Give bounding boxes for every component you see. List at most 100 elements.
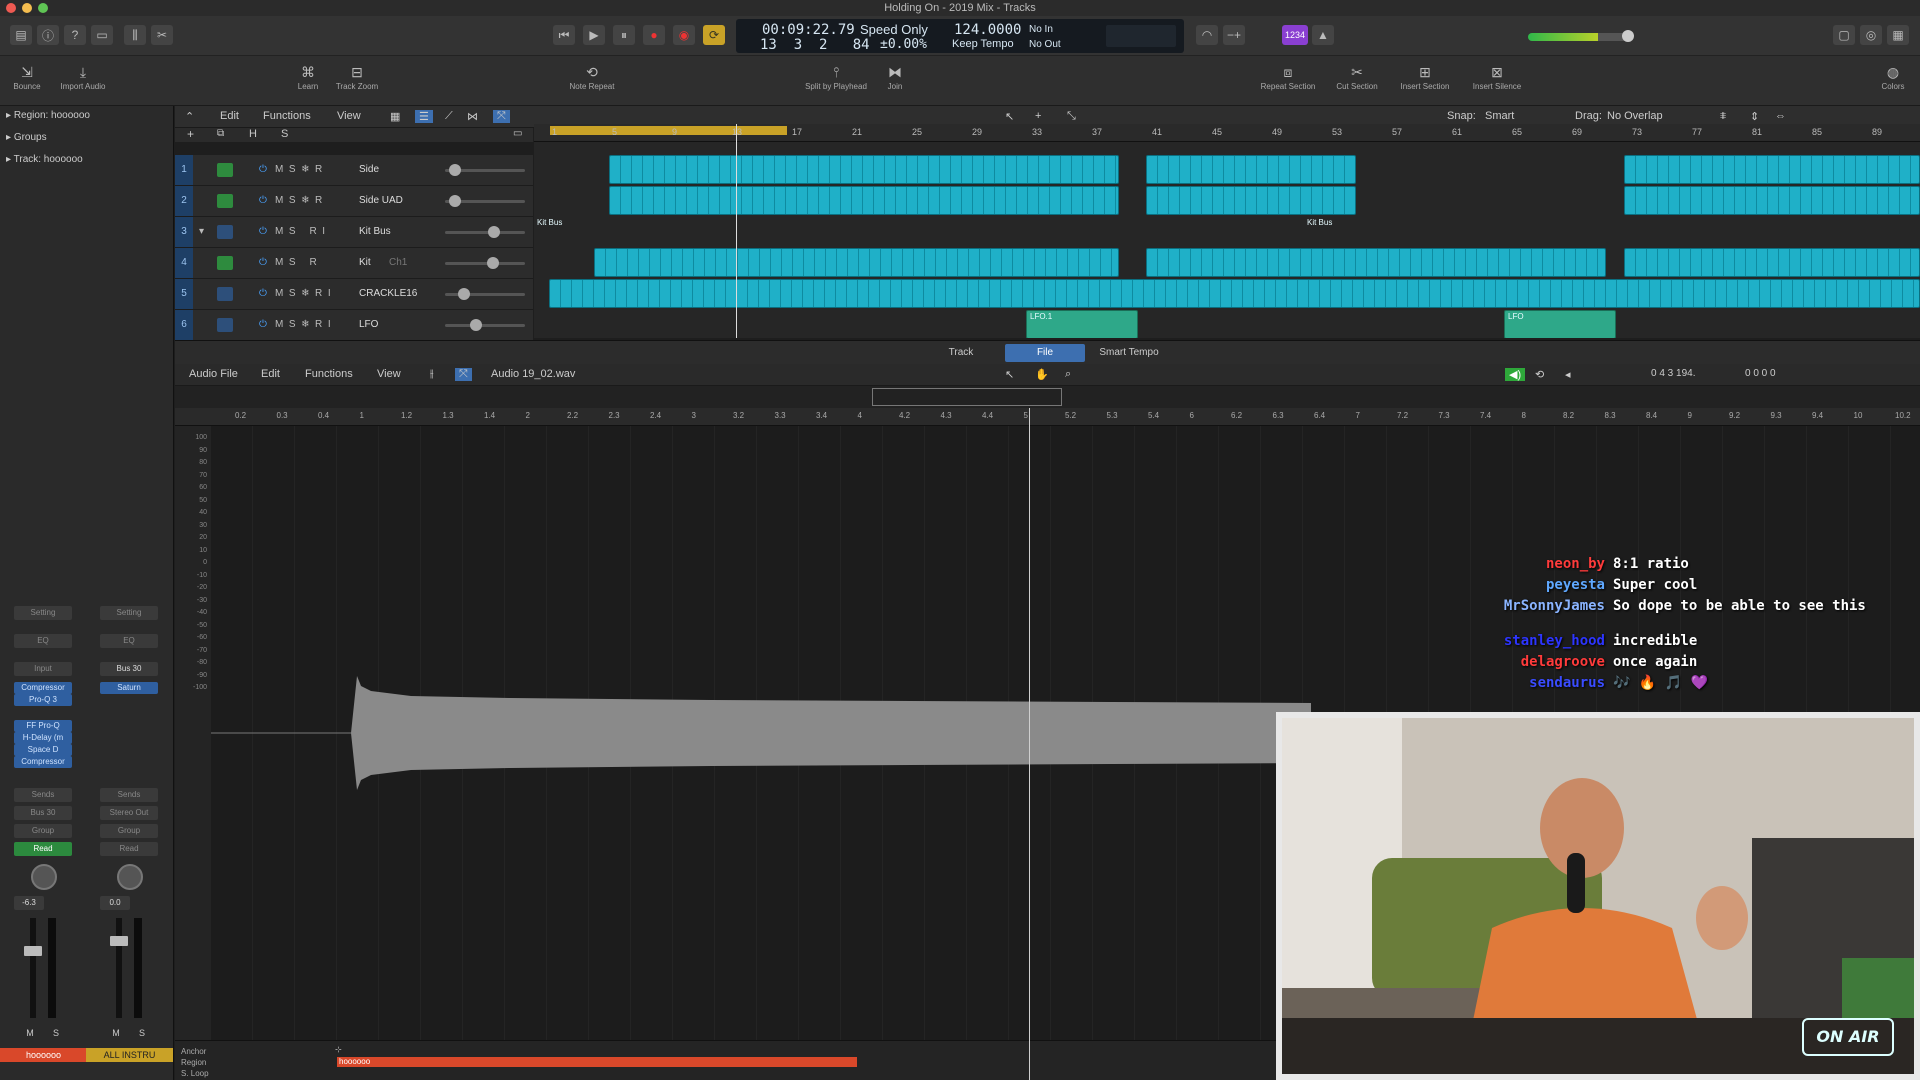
toolbar-cut-section-button[interactable]: ✂ Cut Section (1322, 64, 1392, 91)
mute-button[interactable]: M (108, 1026, 124, 1040)
pointer-tool-icon[interactable]: ↖ (1005, 110, 1014, 123)
setting-button[interactable]: Setting (100, 606, 158, 620)
grid-view-icon[interactable]: ▦ (390, 110, 400, 123)
track-header[interactable]: 1 ⏻ M S ❄ R Side (175, 155, 533, 186)
speaker-icon[interactable]: ◀) (1505, 368, 1526, 381)
track-name[interactable]: Kit Bus (359, 226, 391, 237)
toolbar-insert-section-button[interactable]: ⊞ Insert Section (1390, 64, 1460, 91)
lcd-display[interactable]: 00:09:22.79 13 3 2 84 Speed Only ±0.00% … (736, 19, 1184, 53)
editor-tab-file[interactable]: File (1005, 344, 1085, 362)
solo-button[interactable]: S (48, 1026, 64, 1040)
pan-knob[interactable] (117, 864, 143, 890)
track-volume-knob[interactable] (449, 164, 461, 176)
insert-slot[interactable]: FF Pro-Q (14, 720, 72, 732)
track-volume-knob[interactable] (449, 195, 461, 207)
arrange-area[interactable]: Kit Bus Kit Bus LFO.1 LFO (534, 142, 1920, 338)
toolbar-import-audio-button[interactable]: ⤓ Import Audio (48, 64, 118, 91)
kit-midi-region[interactable] (1146, 248, 1606, 277)
toolbar-track-zoom-button[interactable]: ⊟ Track Zoom (322, 64, 392, 91)
sends-slot[interactable]: Sends (100, 788, 158, 802)
insert-slot[interactable]: Compressor (14, 756, 72, 768)
track-volume-slider[interactable] (445, 164, 525, 176)
solo-button[interactable]: S (134, 1026, 150, 1040)
plugin-slot[interactable]: Pro-Q 3 (14, 694, 72, 706)
play-icon[interactable]: ▶ (583, 25, 605, 45)
lfo-region[interactable]: LFO (1504, 310, 1616, 338)
midi-region[interactable] (1146, 186, 1356, 215)
track-header[interactable]: 5 ⏻ M S ❄ R I CRACKLE16 (175, 279, 533, 310)
volume-fader[interactable] (110, 936, 128, 946)
track-name[interactable]: Side UAD (359, 195, 403, 206)
midi-region[interactable] (1624, 186, 1920, 215)
volume-fader-track[interactable] (30, 918, 36, 1018)
input-slot[interactable]: Bus 30 (100, 662, 158, 676)
editor-ruler[interactable]: 0.2 0.3 0.4 1 1.2 1.3 1.4 2 2.2 2.3 2.4 3 3.2 3.3 3.4 4… (175, 408, 1920, 426)
track-buttons[interactable]: M S R I (275, 226, 325, 237)
track-volume-slider[interactable] (445, 195, 525, 207)
output-slot[interactable]: Bus 30 (14, 806, 72, 820)
browser-icon[interactable]: ▦ (1887, 25, 1909, 45)
editor-edit-menu[interactable]: Edit (261, 368, 280, 380)
back-icon[interactable]: ⌃ (185, 110, 194, 123)
overview-viewport[interactable] (872, 388, 1062, 406)
duplicate-track-icon[interactable]: ⧉ (217, 128, 224, 139)
track-buttons[interactable]: M S R (275, 257, 317, 268)
track-buttons[interactable]: M S ❄ R (275, 195, 322, 206)
channel-name[interactable]: hoooooo (0, 1048, 87, 1062)
help-icon[interactable]: ? (64, 25, 86, 45)
track-volume-knob[interactable] (470, 319, 482, 331)
track-volume-slider[interactable] (445, 257, 525, 269)
inspector-region[interactable]: ▸ Region: hoooooo (6, 110, 90, 121)
track-volume-slider[interactable] (445, 226, 525, 238)
anchor-marker-icon[interactable]: ⊹ (335, 1045, 342, 1054)
editor-tab-track[interactable]: Track (921, 344, 1001, 362)
lfo-region[interactable]: LFO.1 (1026, 310, 1138, 338)
power-icon[interactable]: ⏻ (259, 164, 267, 175)
power-icon[interactable]: ⏻ (259, 195, 267, 206)
track-volume-slider[interactable] (445, 319, 525, 331)
track-header[interactable]: 2 ⏻ M S ❄ R Side UAD (175, 186, 533, 217)
notepad-icon[interactable]: ▢ (1833, 25, 1855, 45)
editor-catch-icon[interactable]: ⤧ (455, 368, 472, 381)
audio-file-menu[interactable]: Audio File (189, 368, 238, 380)
track-options-icon[interactable]: ▭ (513, 128, 522, 139)
track-buttons[interactable]: M S ❄ R (275, 164, 322, 175)
track-name[interactable]: LFO (359, 319, 378, 330)
track-name[interactable]: CRACKLE16 (359, 288, 417, 299)
list-view-icon[interactable]: ☰ (415, 110, 433, 123)
input-slot[interactable]: Input (14, 662, 72, 676)
hide-button[interactable]: H (249, 128, 257, 140)
kit-midi-region[interactable] (1624, 248, 1920, 277)
hand-tool-icon[interactable]: ✋ (1035, 368, 1049, 381)
volume-fader[interactable] (24, 946, 42, 956)
metronome-icon[interactable]: ▲ (1312, 25, 1334, 45)
track-header[interactable]: 4 ⏻ M S R Kit Ch1 (175, 248, 533, 279)
insert-slot[interactable]: H-Delay (m (14, 732, 72, 744)
rewind-icon[interactable]: ⏮ (553, 25, 575, 45)
magnify-icon[interactable]: ⌕ (1065, 368, 1071, 381)
cycle-icon[interactable]: ⟳ (703, 25, 725, 45)
horizontal-zoom-icon[interactable]: ⇔ (1775, 110, 1786, 122)
solo-global-button[interactable]: S (281, 128, 288, 140)
crackle-audio-region[interactable] (549, 279, 1920, 308)
minimize-window-button[interactable] (22, 3, 32, 13)
zoom-window-button[interactable] (38, 3, 48, 13)
group-slot[interactable]: Group (14, 824, 72, 838)
track-name[interactable]: Side (359, 164, 379, 175)
scissors-icon[interactable]: ✂ (151, 25, 173, 45)
track-name[interactable]: Kit (359, 257, 371, 268)
power-icon[interactable]: ⏻ (259, 226, 267, 237)
track-volume-knob[interactable] (488, 226, 500, 238)
close-window-button[interactable] (6, 3, 16, 13)
toolbar-insert-silence-button[interactable]: ⊠ Insert Silence (1462, 64, 1532, 91)
editor-functions-menu[interactable]: Functions (305, 368, 353, 380)
toolbar-join-button[interactable]: ⧓ Join (860, 64, 930, 91)
waveform-overview[interactable] (175, 386, 1920, 408)
power-icon[interactable]: ⏻ (259, 319, 267, 330)
waveform-icon[interactable]: ⫲ (430, 368, 434, 381)
drag-select[interactable]: No Overlap (1607, 110, 1663, 122)
automation-mode[interactable]: Read (100, 842, 158, 856)
replace-record-icon[interactable]: ◉ (673, 25, 695, 45)
automation-mode[interactable]: Read (14, 842, 72, 856)
bar-ruler[interactable]: 1 5 9 13 17 21 25 29 33 37 41 45 49 53 57 61 65 69 73 77 81 8… (534, 124, 1920, 142)
